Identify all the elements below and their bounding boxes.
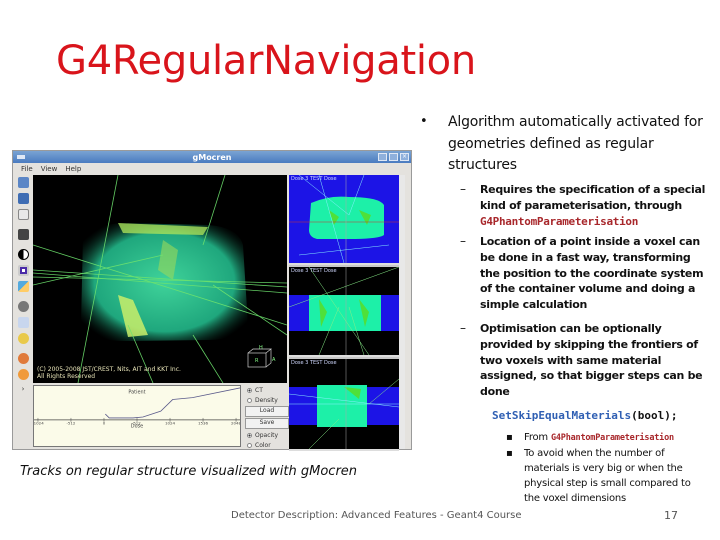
menubar: File View Help — [13, 163, 411, 174]
main-bullet-text: Algorithm automatically activated for ge… — [448, 114, 703, 173]
load-button[interactable]: Load — [245, 406, 289, 417]
radio-density[interactable]: Density — [245, 395, 289, 405]
document-icon[interactable] — [17, 317, 29, 328]
cube-label-r: R — [255, 358, 259, 364]
radio-button[interactable] — [247, 442, 252, 448]
slide-footer: Detector Description: Advanced Features … — [231, 510, 522, 521]
slice-scrollbar[interactable] — [399, 175, 405, 449]
class-name-code: G4PhantomParameterisation — [550, 433, 674, 443]
3d-render: H R A — [33, 175, 287, 383]
more-icon[interactable]: › — [22, 385, 25, 393]
slice-view-sagittal[interactable]: Dose 3 TEST Dose — [289, 359, 399, 451]
open-icon[interactable] — [17, 177, 29, 188]
slice-view-coronal[interactable]: Dose 3 TEST Dose — [289, 267, 399, 357]
square-marker: ▪ — [506, 448, 513, 459]
sub-bullet-text: Location of a point inside a voxel can b… — [480, 235, 704, 312]
menu-view[interactable]: View — [41, 165, 58, 173]
bullet-marker: • — [420, 114, 428, 129]
cube-label-a: A — [272, 357, 276, 363]
figure-caption: Tracks on regular structure visualized w… — [20, 464, 358, 479]
graph-tick-label: 1024 — [165, 421, 176, 426]
radio-label: Density — [255, 396, 278, 404]
page-number: 17 — [664, 509, 678, 522]
radio-label: Color — [255, 441, 271, 449]
home-icon[interactable] — [17, 353, 29, 364]
phantom-volume — [81, 223, 248, 341]
transfer-function-plot: Patient -1024-5120512102415362048 Dose — [34, 387, 240, 430]
square-marker: ▪ — [506, 432, 513, 443]
globe-icon[interactable] — [17, 301, 29, 312]
radio-color[interactable]: Color — [245, 440, 289, 450]
dash-marker: – — [460, 321, 466, 335]
close-icon[interactable]: × — [400, 153, 409, 161]
menu-file[interactable]: File — [21, 165, 33, 173]
transfer-function-graph[interactable]: Patient -1024-5120512102415362048 Dose — [33, 385, 241, 447]
copyright-notice: (C) 2005-2008 JST/CREST, Nits, AIT and K… — [37, 366, 181, 380]
graph-lower-label: Dose — [131, 424, 143, 430]
graph-tick-label: -512 — [66, 421, 75, 426]
radio-label: Opacity — [255, 431, 279, 439]
colormap-icon[interactable] — [17, 281, 29, 292]
minimize-icon[interactable] — [378, 153, 387, 161]
snapshot-icon[interactable] — [17, 229, 29, 240]
copyright-line-1: (C) 2005-2008 JST/CREST, Nits, AIT and K… — [37, 366, 181, 373]
save-icon[interactable] — [17, 193, 29, 204]
slice-label: Dose 3 TEST Dose — [291, 360, 337, 366]
slice-label: Dose 3 TEST Dose — [291, 176, 337, 182]
slice-label: Dose 3 TEST Dose — [291, 268, 337, 274]
slice-render-sagittal — [289, 359, 399, 449]
contrast-icon[interactable] — [17, 249, 29, 260]
class-name-code: G4PhantomParameterisation — [480, 214, 639, 228]
slice-view-axial[interactable]: Dose 3 TEST Dose — [289, 175, 399, 265]
method-note-text: From G4PhantomParameterisation — [524, 430, 704, 446]
transfer-function-curve — [105, 387, 240, 419]
window-title: gMocren — [192, 152, 232, 162]
graph-tick-label: 0 — [103, 421, 106, 426]
radio-opacity[interactable]: Opacity — [245, 430, 289, 440]
save-button[interactable]: Save — [245, 418, 289, 429]
render-controls: CT Density Load Save Opacity Color — [245, 385, 289, 450]
dash-marker: – — [460, 234, 466, 248]
window-titlebar: gMocren × — [13, 151, 411, 163]
sub-bullet-text: Optimisation can be optionally provided … — [480, 322, 703, 399]
method-signature: SetSkipEqualMaterials(bool); — [492, 409, 677, 422]
graph-tick-label: 2048 — [231, 421, 240, 426]
slice-render-coronal — [289, 267, 399, 355]
sub-bullet-text-plain: Requires the specification of a special … — [480, 183, 706, 212]
dash-marker: – — [460, 182, 466, 196]
radio-button[interactable] — [247, 432, 252, 438]
toolbar: › — [15, 175, 31, 413]
slice-render-axial — [289, 175, 399, 263]
volume-icon[interactable] — [17, 265, 29, 276]
3d-volume-view[interactable]: H R A (C) 2005-2008 JST/CREST, Nits, AIT… — [33, 175, 287, 383]
graph-tick-label: -1024 — [34, 421, 44, 426]
maximize-icon[interactable] — [389, 153, 398, 161]
sub-bullet-text: Requires the specification of a special … — [480, 182, 712, 229]
radio-button[interactable] — [247, 387, 252, 393]
cube-label-h: H — [259, 345, 263, 351]
gmocren-window: gMocren × File View Help › H R A (C) 200… — [12, 150, 412, 451]
method-name: SetSkipEqualMaterials — [492, 409, 632, 422]
method-note-plain: From — [524, 432, 551, 443]
radio-label: CT — [255, 386, 263, 394]
tool-icon[interactable] — [17, 369, 29, 380]
slide-title: G4RegularNavigation — [56, 38, 476, 84]
copyright-line-2: All Rights Reserved — [37, 373, 96, 380]
radio-ct[interactable]: CT — [245, 385, 289, 395]
method-args: (bool); — [631, 409, 678, 422]
method-note-text: To avoid when the number of materials is… — [524, 448, 691, 504]
radio-button[interactable] — [247, 397, 252, 403]
window-icon[interactable] — [17, 209, 29, 220]
menu-help[interactable]: Help — [65, 165, 81, 173]
graph-upper-label: Patient — [128, 390, 145, 396]
slice-views: Dose 3 TEST Dose Dose 3 TEST Dose Dose 3… — [289, 175, 405, 451]
graph-tick-label: 1536 — [198, 421, 209, 426]
link-icon[interactable] — [17, 333, 29, 344]
